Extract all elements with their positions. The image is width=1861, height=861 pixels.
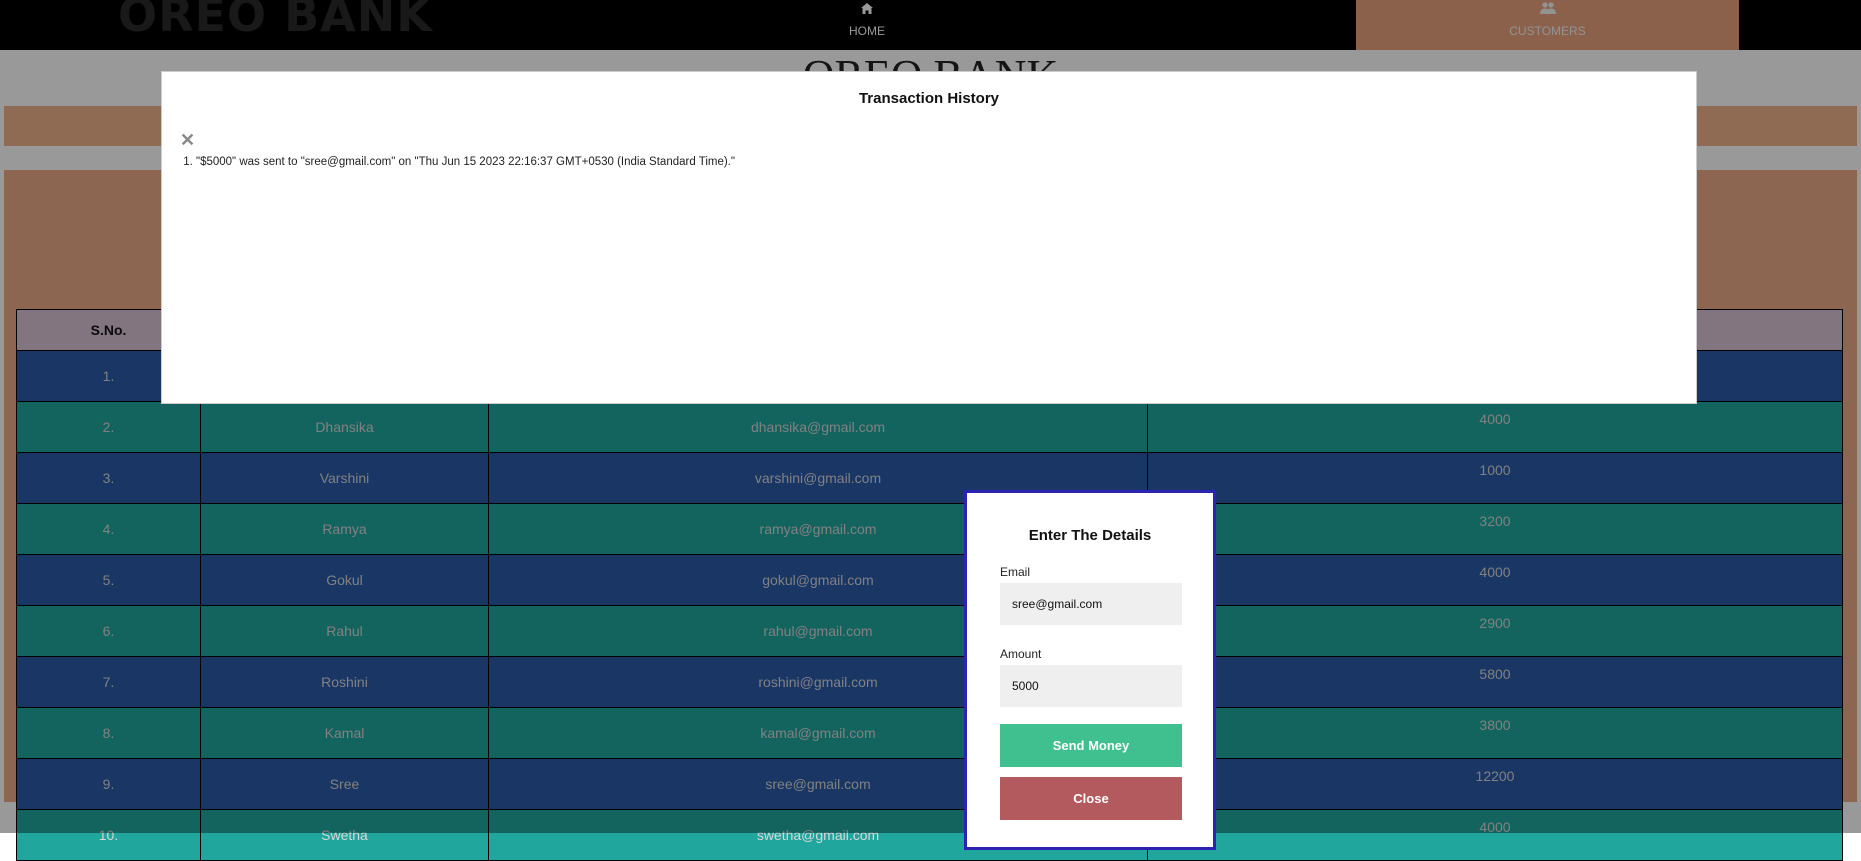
send-money-modal: Enter The Details Email Amount Send Mone… <box>964 490 1216 850</box>
amount-field[interactable] <box>1000 665 1182 707</box>
send-modal-title: Enter The Details <box>1028 527 1152 544</box>
transaction-list: "$5000" was sent to "sree@gmail.com" on … <box>174 156 735 168</box>
email-label: Email <box>1000 565 1031 579</box>
email-field[interactable] <box>1000 583 1182 625</box>
close-button[interactable]: Close <box>1000 777 1182 820</box>
amount-label: Amount <box>1000 647 1042 661</box>
transaction-item: "$5000" was sent to "sree@gmail.com" on … <box>196 156 735 168</box>
transaction-history-modal: Transaction History ✕ "$5000" was sent t… <box>161 71 1697 404</box>
send-money-button[interactable]: Send Money <box>1000 724 1182 767</box>
close-icon[interactable]: ✕ <box>180 131 196 149</box>
history-modal-title: Transaction History <box>858 90 1000 107</box>
